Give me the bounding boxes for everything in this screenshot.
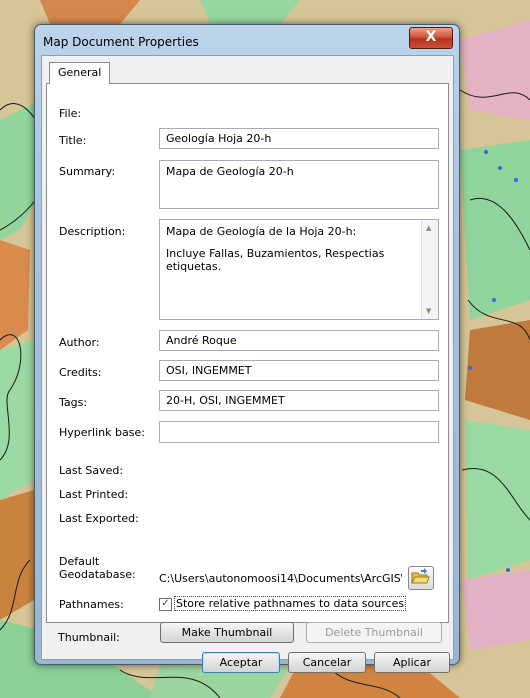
apply-button[interactable]: Aplicar [374, 652, 450, 673]
scroll-down-icon[interactable]: ▼ [426, 307, 431, 315]
map-polygon-orange [0, 490, 34, 620]
map-polygon-pink [462, 570, 530, 650]
description-line-2: Incluye Fallas, Buzamientos, Respectias … [166, 247, 385, 273]
title-label: Title: [59, 134, 87, 147]
last-printed-label: Last Printed: [59, 488, 129, 501]
open-folder-icon [411, 568, 430, 584]
default-geodatabase-path: C:\Users\autonomoosi14\Documents\ArcGIS\… [159, 572, 402, 585]
accept-button[interactable]: Aceptar [202, 652, 280, 673]
scroll-up-icon[interactable]: ▲ [426, 224, 431, 232]
delete-thumbnail-button[interactable]: Delete Thumbnail [306, 622, 442, 643]
title-field[interactable]: Geología Hoja 20-h [159, 128, 439, 149]
dialog-client-area: General File: Title: Geología Hoja 20-h … [41, 55, 454, 673]
hyperlink-base-label: Hyperlink base: [59, 426, 145, 439]
default-geodatabase-label: Default Geodatabase: [59, 555, 136, 581]
default-geodatabase-label-line-1: Default [59, 555, 100, 568]
summary-field[interactable]: Mapa de Geología 20-h [159, 160, 439, 209]
credits-field[interactable]: OSI, INGEMMET [159, 360, 439, 381]
description-scrollbar[interactable]: ▲ ▼ [421, 220, 438, 319]
pathnames-label: Pathnames: [59, 598, 124, 611]
map-polygon-green [465, 420, 530, 580]
relative-pathnames-checkbox[interactable]: ✓ [159, 598, 172, 611]
map-polygon-green [0, 340, 34, 500]
general-tab-panel: File: Title: Geología Hoja 20-h Summary:… [46, 83, 449, 623]
browse-folder-button[interactable] [408, 566, 434, 590]
last-exported-label: Last Exported: [59, 512, 139, 525]
thumbnail-label: Thumbnail: [58, 631, 120, 644]
tags-label: Tags: [59, 396, 88, 409]
map-document-properties-dialog: Map Document Properties X General File: … [34, 24, 460, 673]
description-label: Description: [59, 225, 126, 238]
summary-label: Summary: [59, 165, 116, 178]
credits-label: Credits: [59, 366, 102, 379]
close-button[interactable]: X [409, 27, 453, 49]
last-saved-label: Last Saved: [59, 464, 124, 477]
file-label: File: [59, 107, 82, 120]
default-geodatabase-label-line-2: Geodatabase: [59, 568, 136, 581]
hyperlink-base-field[interactable] [159, 421, 439, 443]
cancel-button[interactable]: Cancelar [288, 652, 366, 673]
relative-pathnames-label[interactable]: Store relative pathnames to data sources [174, 596, 407, 611]
tags-field[interactable]: 20-H, OSI, INGEMMET [159, 390, 439, 411]
author-label: Author: [59, 336, 100, 349]
make-thumbnail-button[interactable]: Make Thumbnail [160, 622, 294, 643]
author-field[interactable]: André Roque [159, 330, 439, 351]
window-title: Map Document Properties [43, 35, 199, 49]
summary-text: Mapa de Geología 20-h [166, 165, 294, 178]
description-line-1: Mapa de Geología de la Hoja 20-h: [166, 225, 357, 238]
description-field[interactable]: Mapa de Geología de la Hoja 20-h: Incluy… [159, 219, 439, 320]
tab-general[interactable]: General [49, 62, 111, 84]
